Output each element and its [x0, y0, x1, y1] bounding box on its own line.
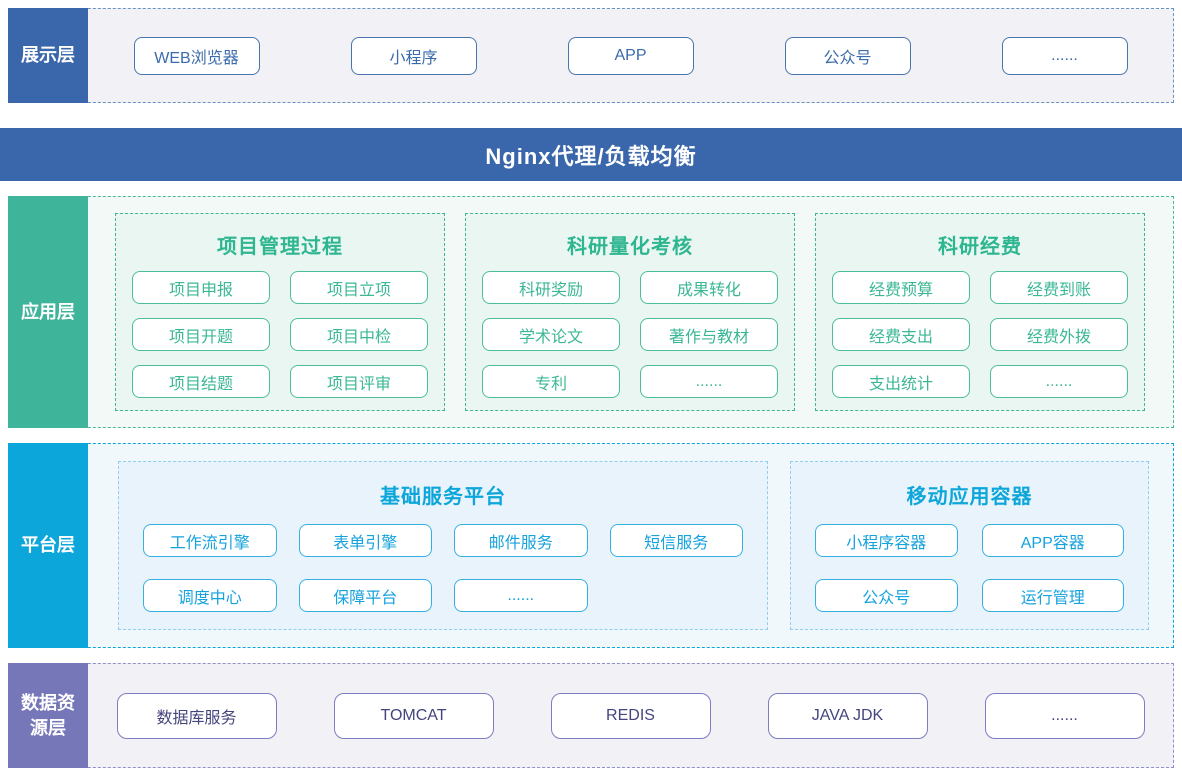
group-items: 经费预算 经费到账 经费支出 经费外拨 支出统计 ......	[832, 271, 1128, 398]
group-title: 项目管理过程	[217, 236, 343, 258]
architecture-diagram: 展示层 WEB浏览器 小程序 APP 公众号 ...... Nginx代理/负载…	[0, 8, 1182, 780]
node-patent: 专利	[482, 365, 620, 398]
group-research-funds: 科研经费 经费预算 经费到账 经费支出 经费外拨 支出统计 ......	[815, 213, 1145, 411]
node-research-award: 科研奖励	[482, 271, 620, 304]
data-resource-layer-items: 数据库服务 TOMCAT REDIS JAVA JDK ......	[88, 664, 1173, 767]
application-layer-label: 应用层	[8, 196, 88, 428]
node-expense-statistics: 支出统计	[832, 365, 970, 398]
node-achievement-transform: 成果转化	[640, 271, 778, 304]
node-mail-service: 邮件服务	[454, 524, 588, 557]
platform-layer-groups: 基础服务平台 工作流引擎 表单引擎 邮件服务 短信服务 调度中心 保障平台 ..…	[88, 444, 1173, 647]
group-project-management: 项目管理过程 项目申报 项目立项 项目开题 项目中检 项目结题 项目评审	[115, 213, 445, 411]
node-database-service: 数据库服务	[116, 692, 277, 739]
node-web-browser: WEB浏览器	[133, 36, 260, 75]
presentation-layer-section: 展示层 WEB浏览器 小程序 APP 公众号 ......	[8, 8, 1174, 103]
data-resource-layer-section: 数据资源层 数据库服务 TOMCAT REDIS JAVA JDK ......	[8, 663, 1174, 768]
node-fund-transfer: 经费外拨	[990, 318, 1128, 351]
group-title: 移动应用容器	[906, 486, 1033, 508]
presentation-layer-label: 展示层	[8, 8, 88, 103]
node-ellipsis: ......	[984, 692, 1145, 739]
node-operation-management: 运行管理	[981, 579, 1124, 612]
group-items: 项目申报 项目立项 项目开题 项目中检 项目结题 项目评审	[132, 271, 428, 398]
node-workflow-engine: 工作流引擎	[143, 524, 277, 557]
node-redis: REDIS	[550, 692, 711, 739]
node-app: APP	[567, 36, 694, 75]
group-items: 小程序容器 APP容器 公众号 运行管理	[815, 521, 1124, 615]
platform-layer-label: 平台层	[8, 443, 88, 648]
group-title: 基础服务平台	[380, 486, 506, 508]
node-project-review: 项目评审	[290, 365, 428, 398]
data-resource-layer-label: 数据资源层	[8, 663, 88, 768]
nginx-banner: Nginx代理/负载均衡	[0, 128, 1182, 181]
node-app-container: APP容器	[981, 524, 1124, 557]
node-official-account: 公众号	[815, 579, 958, 612]
node-dispatch-center: 调度中心	[143, 579, 277, 612]
node-form-engine: 表单引擎	[298, 524, 432, 557]
node-ellipsis: ......	[640, 365, 778, 398]
group-research-assessment: 科研量化考核 科研奖励 成果转化 学术论文 著作与教材 专利 ......	[465, 213, 795, 411]
presentation-layer-items: WEB浏览器 小程序 APP 公众号 ......	[88, 9, 1173, 102]
node-project-midcheck: 项目中检	[290, 318, 428, 351]
application-layer-groups: 项目管理过程 项目申报 项目立项 项目开题 项目中检 项目结题 项目评审 科研量…	[88, 197, 1173, 427]
platform-layer-section: 平台层 基础服务平台 工作流引擎 表单引擎 邮件服务 短信服务 调度中心 保障平…	[8, 443, 1174, 648]
group-title: 科研量化考核	[567, 236, 693, 258]
node-java-jdk: JAVA JDK	[767, 692, 928, 739]
node-fund-budget: 经费预算	[832, 271, 970, 304]
node-ellipsis: ......	[454, 579, 588, 612]
node-ellipsis: ......	[1001, 36, 1128, 75]
node-tomcat: TOMCAT	[333, 692, 494, 739]
node-project-opening: 项目开题	[132, 318, 270, 351]
node-project-declare: 项目申报	[132, 271, 270, 304]
group-mobile-container: 移动应用容器 小程序容器 APP容器 公众号 运行管理	[790, 461, 1149, 630]
node-ellipsis: ......	[990, 365, 1128, 398]
node-books-textbooks: 著作与教材	[640, 318, 778, 351]
group-items: 科研奖励 成果转化 学术论文 著作与教材 专利 ......	[482, 271, 778, 398]
node-mini-program: 小程序	[350, 36, 477, 75]
node-project-closing: 项目结题	[132, 365, 270, 398]
node-guarantee-platform: 保障平台	[298, 579, 432, 612]
group-title: 科研经费	[938, 236, 1022, 258]
group-basic-services: 基础服务平台 工作流引擎 表单引擎 邮件服务 短信服务 调度中心 保障平台 ..…	[118, 461, 768, 630]
node-sms-service: 短信服务	[609, 524, 743, 557]
node-academic-paper: 学术论文	[482, 318, 620, 351]
application-layer-section: 应用层 项目管理过程 项目申报 项目立项 项目开题 项目中检 项目结题 项目评审…	[8, 196, 1174, 428]
node-miniprogram-container: 小程序容器	[815, 524, 958, 557]
node-project-approval: 项目立项	[290, 271, 428, 304]
node-fund-arrival: 经费到账	[990, 271, 1128, 304]
group-items: 工作流引擎 表单引擎 邮件服务 短信服务 调度中心 保障平台 ......	[143, 521, 743, 615]
node-official-account: 公众号	[784, 36, 911, 75]
node-fund-expense: 经费支出	[832, 318, 970, 351]
